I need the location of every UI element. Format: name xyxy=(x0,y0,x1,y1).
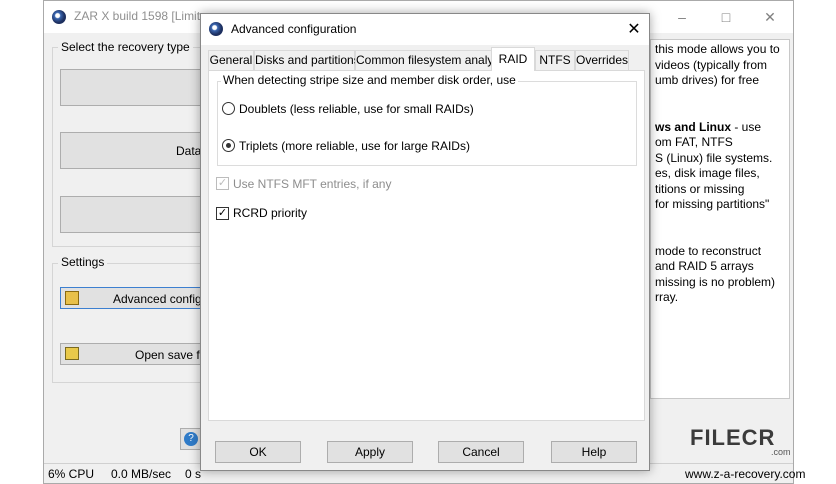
help-text-line: for missing partitions" xyxy=(655,197,770,211)
settings-label: Settings xyxy=(58,255,108,269)
open-save-label: Open save fil xyxy=(135,348,206,362)
help-text-line xyxy=(655,89,780,105)
minimize-icon[interactable]: – xyxy=(662,5,702,29)
help-text-line xyxy=(655,228,780,244)
stripe-detection-group xyxy=(217,81,637,166)
tab-disks-partitions[interactable]: Disks and partitions xyxy=(254,50,360,70)
help-text-line: ws and Linux - use xyxy=(655,119,762,134)
help-text-line: umb drives) for free xyxy=(655,73,760,87)
help-text-line xyxy=(655,213,780,229)
help-text-line: S (Linux) file systems. xyxy=(655,150,773,165)
help-button[interactable]: Help xyxy=(551,441,637,463)
cpu-status: 6% CPU xyxy=(48,467,95,481)
help-text-line: videos (typically from xyxy=(655,57,768,72)
tab-overrides[interactable]: Overrides xyxy=(575,50,629,70)
advanced-config-dialog: Advanced configuration ✕ General Disks a… xyxy=(200,13,650,471)
help-icon-button[interactable]: ? xyxy=(180,428,202,450)
dialog-title-bar: Advanced configuration ✕ xyxy=(201,14,649,45)
maximize-icon[interactable]: □ xyxy=(706,5,746,29)
app-icon xyxy=(52,10,66,24)
close-icon[interactable]: ✕ xyxy=(750,5,790,29)
tab-ntfs[interactable]: NTFS xyxy=(535,50,575,70)
filecr-watermark-suffix: .com xyxy=(771,447,791,457)
tab-common-fs-analysis[interactable]: Common filesystem analysis xyxy=(355,50,508,70)
help-icon: ? xyxy=(184,432,198,446)
raid-tab-panel: When detecting stripe size and member di… xyxy=(208,70,645,421)
rcrd-priority-checkbox[interactable]: ✓ xyxy=(216,207,229,220)
help-text-panel: this mode allows you to videos (typically… xyxy=(650,39,790,399)
ntfs-mft-label: Use NTFS MFT entries, if any xyxy=(233,177,392,191)
advanced-config-label: Advanced configu xyxy=(113,292,209,306)
doublets-label: Doublets (less reliable, use for small R… xyxy=(239,102,474,116)
filecr-watermark: FILECR xyxy=(690,425,776,450)
time-status: 0 s xyxy=(185,467,202,481)
speed-status: 0.0 MB/sec xyxy=(111,467,172,481)
dialog-app-icon xyxy=(209,22,223,36)
rcrd-priority-label: RCRD priority xyxy=(233,206,308,220)
help-text-line: om FAT, NTFS xyxy=(655,135,733,149)
dialog-title: Advanced configuration xyxy=(231,22,357,36)
ntfs-mft-checkbox[interactable]: ✓ xyxy=(216,177,229,190)
site-status: www.z-a-recovery.com xyxy=(685,467,806,481)
help-text-line: missing is no problem) xyxy=(655,274,776,289)
help-text-line: this mode allows you to xyxy=(655,42,780,56)
help-text-line: and RAID 5 arrays xyxy=(655,259,754,273)
cancel-button[interactable]: Cancel xyxy=(438,441,524,463)
apply-button[interactable]: Apply xyxy=(327,441,413,463)
help-text-lines: this mode allows you to videos (typically… xyxy=(655,42,780,306)
help-text-line: rray. xyxy=(655,290,679,304)
triplets-radio[interactable] xyxy=(222,139,235,152)
main-window-title: ZAR X build 1598 [Limite xyxy=(74,9,207,23)
recovery-button-data-label: Data xyxy=(176,144,202,158)
triplets-label: Triplets (more reliable, use for large R… xyxy=(239,139,470,153)
help-text-line: titions or missing xyxy=(655,181,745,196)
help-text-line: es, disk image files, xyxy=(655,166,760,180)
ok-button[interactable]: OK xyxy=(215,441,301,463)
recovery-type-label: Select the recovery type xyxy=(58,40,193,54)
tab-raid[interactable]: RAID xyxy=(491,47,535,71)
help-text-line: mode to reconstruct xyxy=(655,243,762,258)
chip-icon xyxy=(65,291,79,305)
dialog-close-icon[interactable]: ✕ xyxy=(621,18,647,42)
folder-icon xyxy=(65,347,79,360)
doublets-radio[interactable] xyxy=(222,102,235,115)
tab-general[interactable]: General xyxy=(208,50,254,70)
help-text-line xyxy=(655,104,780,120)
stripe-detection-label: When detecting stripe size and member di… xyxy=(221,73,518,87)
